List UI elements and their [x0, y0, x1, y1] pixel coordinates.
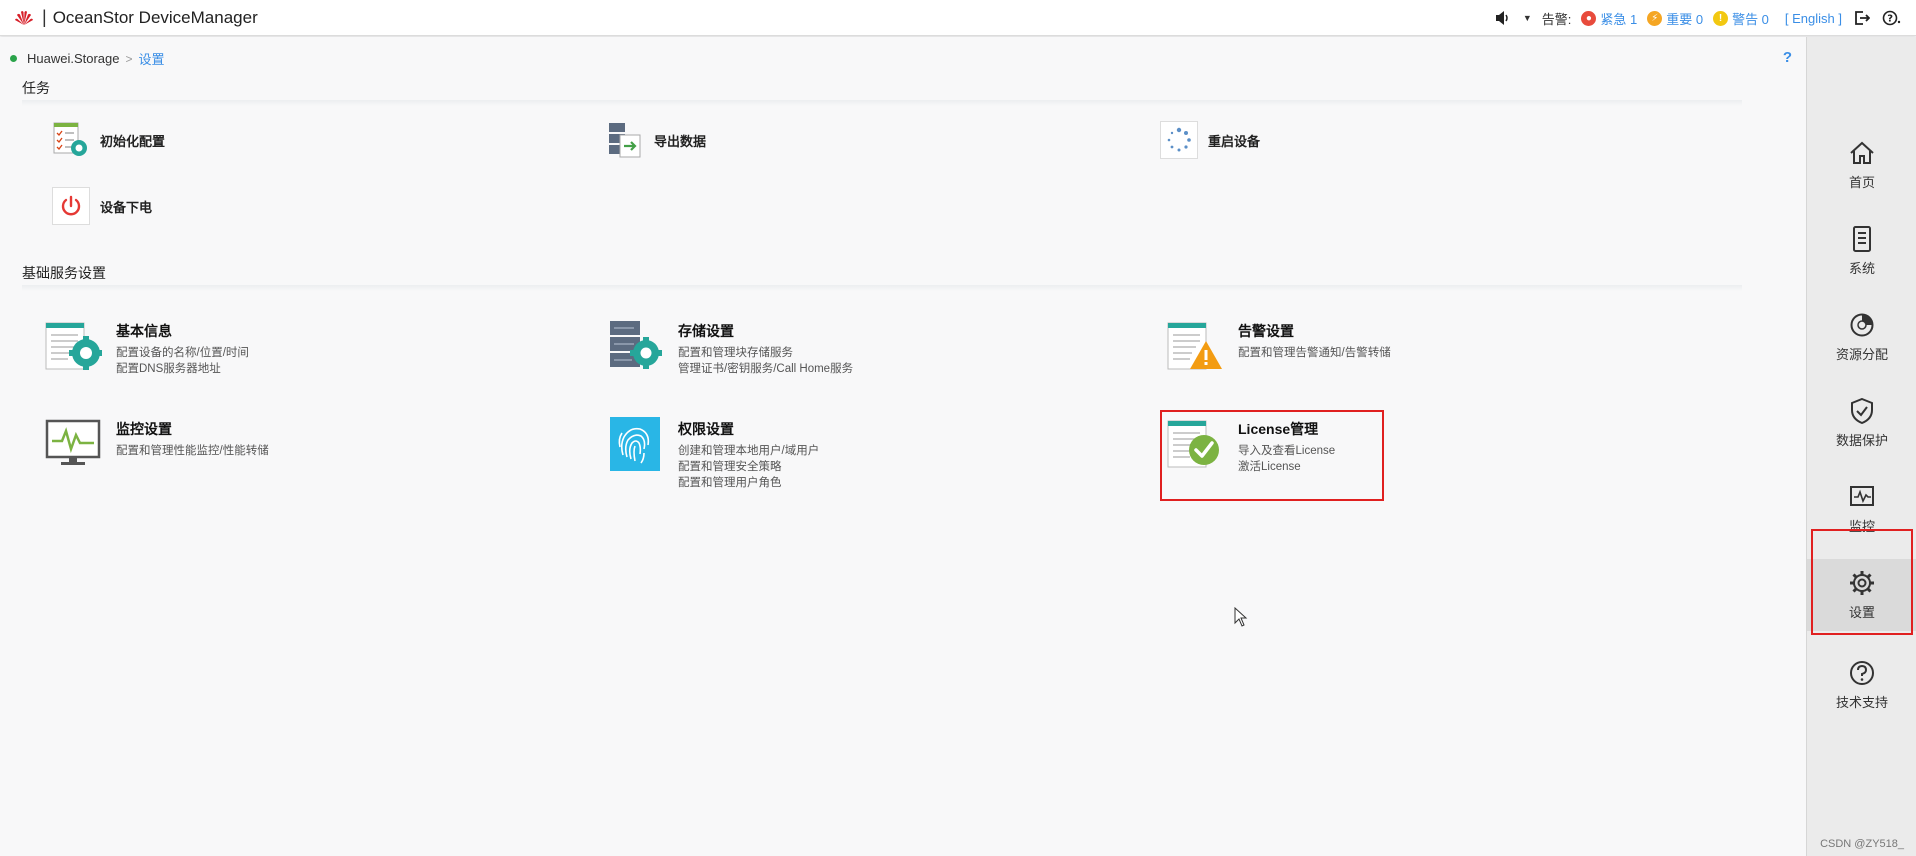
- system-icon: [1848, 225, 1876, 253]
- major-alarm-icon: ⚡: [1647, 10, 1663, 26]
- watermark: CSDN @ZY518_: [1820, 838, 1904, 850]
- service-desc: 管理证书/密钥服务/Call Home服务: [678, 363, 854, 375]
- main-content: Huawei.Storage > 设置 ? 任务 初始化配置 导出数据 重启设备…: [0, 37, 1806, 856]
- page-help-icon[interactable]: ?: [1783, 49, 1792, 66]
- critical-alarm-icon: ●: [1581, 10, 1597, 26]
- fingerprint-icon: [606, 417, 664, 471]
- device-status-icon: [10, 55, 17, 62]
- warning-alarm-icon: !: [1713, 10, 1729, 26]
- nav-label: 系统: [1848, 261, 1875, 276]
- monitor-settings-icon: [44, 417, 102, 471]
- language-switch[interactable]: [ English ]: [1785, 11, 1842, 26]
- nav-item-resource[interactable]: 资源分配: [1807, 301, 1916, 373]
- task-label: 设备下电: [100, 199, 153, 215]
- service-title: 监控设置: [116, 421, 172, 437]
- breadcrumb-device[interactable]: Huawei.Storage: [27, 51, 120, 66]
- init-config-icon: [52, 121, 90, 159]
- mouse-cursor-icon: [1234, 606, 1248, 632]
- shield-icon: [1848, 397, 1876, 425]
- task-restart[interactable]: 重启设备: [1160, 121, 1260, 159]
- export-data-icon: [606, 121, 644, 159]
- task-label: 初始化配置: [100, 133, 166, 149]
- dropdown-caret-icon[interactable]: ▼: [1523, 13, 1532, 23]
- breadcrumb-separator: >: [125, 51, 133, 66]
- top-bar: | OceanStor DeviceManager ▼ 告警: ● 紧急 1 ⚡…: [0, 0, 1916, 36]
- nav-item-support[interactable]: 技术支持: [1807, 649, 1916, 721]
- basic-info-icon: [44, 319, 102, 373]
- service-title: 基本信息: [116, 323, 172, 339]
- task-init-config[interactable]: 初始化配置: [52, 121, 165, 159]
- tasks-divider: [22, 100, 1742, 106]
- service-permission[interactable]: 权限设置 创建和管理本地用户/域用户 配置和管理安全策略 配置和管理用户角色: [606, 417, 819, 491]
- service-desc: 配置和管理告警通知/告警转储: [1238, 347, 1391, 359]
- task-label: 重启设备: [1208, 133, 1261, 149]
- storage-settings-icon: [606, 319, 664, 373]
- service-desc: 配置和管理用户角色: [678, 477, 782, 489]
- app-title-text: OceanStor DeviceManager: [52, 7, 258, 27]
- monitor-icon: [1848, 483, 1876, 511]
- breadcrumb: Huawei.Storage > 设置: [10, 49, 165, 68]
- alarm-settings-icon: [1166, 319, 1224, 373]
- service-desc: 创建和管理本地用户/域用户: [678, 445, 820, 457]
- license-highlight-box: [1160, 410, 1384, 501]
- svg-text:?: ?: [1887, 14, 1893, 25]
- help-menu-icon[interactable]: ?: [1882, 8, 1902, 28]
- resource-icon: [1848, 311, 1876, 339]
- task-power-off[interactable]: 设备下电: [52, 187, 152, 225]
- alarm-warning[interactable]: ! 警告 0: [1713, 9, 1769, 28]
- service-desc: 配置设备的名称/位置/时间: [116, 347, 249, 359]
- task-label: 导出数据: [654, 133, 707, 149]
- right-nav-sidebar: 首页 系统 资源分配 数据保护 监控 设置 技术支持 CSDN @ZY518_: [1806, 37, 1916, 856]
- services-divider: [22, 285, 1742, 291]
- service-alarm[interactable]: 告警设置 配置和管理告警通知/告警转储: [1166, 319, 1391, 373]
- service-title: 权限设置: [678, 421, 734, 437]
- service-title: 存储设置: [678, 323, 734, 339]
- service-basic-info[interactable]: 基本信息 配置设备的名称/位置/时间 配置DNS服务器地址: [44, 319, 249, 377]
- nav-item-system[interactable]: 系统: [1807, 215, 1916, 287]
- nav-item-home[interactable]: 首页: [1807, 129, 1916, 201]
- settings-highlight-box: [1811, 529, 1913, 635]
- service-storage[interactable]: 存储设置 配置和管理块存储服务 管理证书/密钥服务/Call Home服务: [606, 319, 853, 377]
- nav-label: 首页: [1848, 175, 1875, 190]
- alarm-critical[interactable]: ● 紧急 1: [1581, 9, 1637, 28]
- service-desc: 配置和管理块存储服务: [678, 347, 793, 359]
- alarm-label: 告警:: [1541, 11, 1572, 27]
- service-desc: 配置DNS服务器地址: [116, 363, 221, 375]
- nav-label: 资源分配: [1835, 347, 1888, 362]
- restart-icon: [1160, 121, 1198, 159]
- services-section-title: 基础服务设置: [22, 265, 106, 281]
- nav-label: 技术支持: [1835, 695, 1888, 710]
- power-off-icon: [52, 187, 90, 225]
- logout-icon[interactable]: [1852, 8, 1872, 28]
- home-icon: [1848, 139, 1876, 167]
- task-export-data[interactable]: 导出数据: [606, 121, 706, 159]
- service-monitor[interactable]: 监控设置 配置和管理性能监控/性能转储: [44, 417, 269, 471]
- app-title: | OceanStor DeviceManager: [42, 7, 258, 27]
- speaker-icon[interactable]: [1493, 8, 1513, 28]
- breadcrumb-current: 设置: [138, 52, 165, 67]
- alarm-major[interactable]: ⚡ 重要 0: [1647, 9, 1703, 28]
- service-desc: 配置和管理性能监控/性能转储: [116, 445, 269, 457]
- support-icon: [1848, 659, 1876, 687]
- service-title: 告警设置: [1238, 323, 1294, 339]
- nav-item-data-protection[interactable]: 数据保护: [1807, 387, 1916, 459]
- huawei-logo: [12, 7, 36, 29]
- nav-label: 数据保护: [1835, 433, 1888, 448]
- service-desc: 配置和管理安全策略: [678, 461, 782, 473]
- tasks-section-title: 任务: [22, 80, 50, 96]
